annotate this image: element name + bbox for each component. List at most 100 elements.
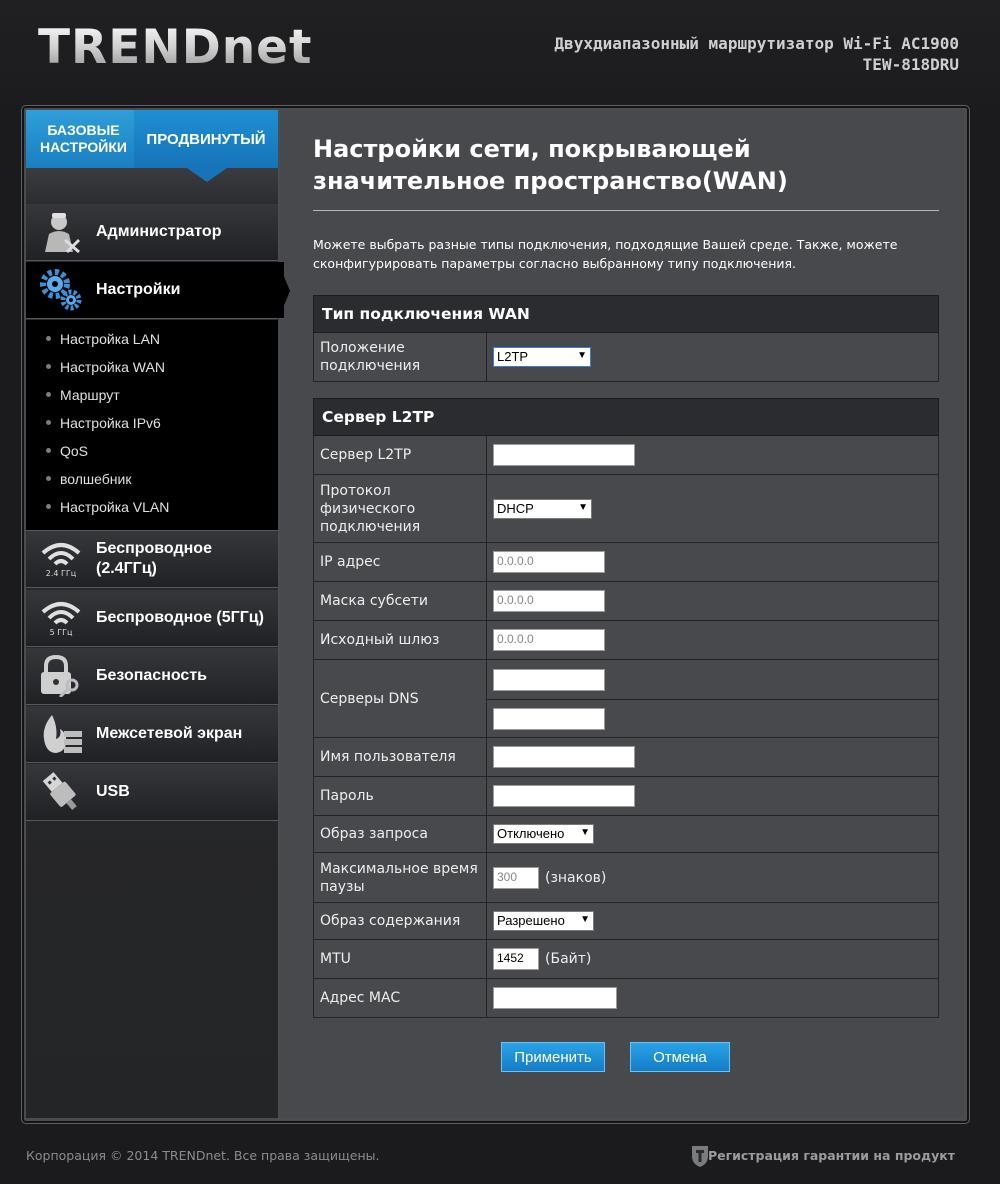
submenu-item-qos[interactable]: QoS <box>60 443 88 459</box>
password-input[interactable] <box>493 785 635 807</box>
l2tp-server-label: Сервер L2TP <box>314 436 487 474</box>
sidebar-item-label: Межсетевой экран <box>96 725 243 742</box>
section-heading: Тип подключения WAN <box>313 295 939 333</box>
sidebar-item-security[interactable]: Безопасность <box>26 648 278 705</box>
page-title: Настройки сети, покрывающей значительное… <box>313 135 788 195</box>
sidebar-item-admin[interactable]: Администратор <box>26 204 278 261</box>
sidebar-item-wireless-5[interactable]: 5 ГГц Беспроводное (5ГГц) <box>26 590 278 647</box>
mtu-label: MTU <box>314 940 487 978</box>
username-input[interactable] <box>493 746 635 768</box>
bullet-icon <box>46 336 51 341</box>
submenu-item-wizard[interactable]: волшебник <box>60 471 131 487</box>
active-tab-indicator <box>187 168 227 182</box>
physical-protocol-select[interactable]: DHCP ▼ <box>493 498 592 519</box>
sidebar-item-settings[interactable]: Настройки <box>26 262 284 319</box>
usb-icon <box>26 764 96 821</box>
form-row-username: Имя пользователя <box>313 738 939 777</box>
firewall-icon <box>26 706 96 763</box>
tab-advanced[interactable]: ПРОДВИНУТЫЙ <box>134 110 278 168</box>
sidebar-item-label: USB <box>96 783 130 800</box>
form-row-request-mode: Образ запроса Отключено ▼ <box>313 816 939 853</box>
submenu-item-vlan[interactable]: Настройка VLAN <box>60 499 169 515</box>
select-value: Разрешено <box>497 913 565 928</box>
title-divider <box>313 210 939 211</box>
submenu-item-route[interactable]: Маршрут <box>60 387 120 403</box>
bullet-icon <box>46 448 51 453</box>
form-row-server: Сервер L2TP <box>313 436 939 475</box>
idle-time-unit: (знаков) <box>545 869 607 886</box>
sidebar-item-firewall[interactable]: Межсетевой экран <box>26 706 278 763</box>
trendnet-logo[interactable]: TRENDnet <box>38 20 313 75</box>
admin-icon <box>26 204 96 261</box>
page-description: Можете выбрать разные типы подключения, … <box>313 237 898 271</box>
chevron-down-icon: ▼ <box>578 501 588 513</box>
form-row-dns: Серверы DNS <box>313 660 939 738</box>
cancel-button[interactable]: Отмена <box>630 1042 730 1072</box>
l2tp-server-input[interactable] <box>493 444 635 466</box>
form-row-keepalive: Образ содержания Разрешено ▼ <box>313 903 939 940</box>
active-item-indicator <box>278 262 290 320</box>
keepalive-label: Образ содержания <box>314 903 487 939</box>
wifi-5-icon: 5 ГГц <box>26 590 96 647</box>
band-badge: 2.4 ГГц <box>45 568 77 578</box>
footer-copyright: Корпорация © 2014 TRENDnet. Все права за… <box>26 1148 380 1163</box>
bullet-icon <box>46 420 51 425</box>
mac-address-input[interactable] <box>493 987 617 1009</box>
form-row-mask: Маска субсети 0.0.0.0 <box>313 582 939 621</box>
gears-icon <box>26 262 96 319</box>
gateway-label: Исходный шлюз <box>314 621 487 659</box>
keepalive-select[interactable]: Разрешено ▼ <box>493 911 594 931</box>
sidebar-item-label: Безопасность <box>96 667 207 684</box>
ip-address-input[interactable]: 0.0.0.0 <box>493 551 605 573</box>
apply-button[interactable]: Применить <box>501 1042 605 1072</box>
warranty-registration-link[interactable]: Регистрация гарантии на продукт <box>708 1148 955 1163</box>
form-row-mtu: MTU 1452 (Байт) <box>313 940 939 979</box>
request-mode-select[interactable]: Отключено ▼ <box>493 824 594 844</box>
sidebar-item-wireless-2-4[interactable]: 2.4 ГГц Беспроводное (2.4ГГц) <box>26 531 278 588</box>
lock-icon <box>26 648 96 705</box>
tab-strip <box>26 168 278 205</box>
bullet-icon <box>46 364 51 369</box>
sidebar-item-label: Беспроводное (2.4ГГц) <box>96 540 212 577</box>
wan-type-section: Тип подключения WAN Положение подключени… <box>313 295 939 382</box>
form-row-ip: IP адрес 0.0.0.0 <box>313 543 939 582</box>
subnet-mask-input[interactable]: 0.0.0.0 <box>493 590 605 612</box>
l2tp-section: Сервер L2TP Сервер L2TP Протокол физичес… <box>313 398 939 1018</box>
form-row-idle-time: Максимальное время паузы 300 (знаков) <box>313 853 939 903</box>
bullet-icon <box>46 392 51 397</box>
sidebar-item-usb[interactable]: USB <box>26 764 278 821</box>
form-row-connection: Положение подключения L2TP ▼ <box>313 333 939 382</box>
header: TRENDnet Двухдиапазонный маршрутизатор W… <box>0 0 1000 105</box>
submenu-item-ipv6[interactable]: Настройка IPv6 <box>60 415 161 431</box>
section-heading: Сервер L2TP <box>313 398 939 436</box>
bullet-icon <box>46 504 51 509</box>
submenu-item-wan[interactable]: Настройка WAN <box>60 359 165 375</box>
band-badge: 5 ГГц <box>49 627 73 637</box>
connection-type-select[interactable]: L2TP ▼ <box>493 347 591 367</box>
tab-basic-settings[interactable]: БАЗОВЫЕ НАСТРОЙКИ <box>26 110 141 168</box>
sidebar-item-label: Беспроводное (5ГГц) <box>96 609 264 626</box>
mtu-input[interactable]: 1452 <box>493 948 539 970</box>
physical-protocol-label: Протокол физического подключения <box>314 475 487 542</box>
dns-primary-input[interactable] <box>493 668 605 691</box>
request-mode-label: Образ запроса <box>314 816 487 852</box>
chevron-down-icon: ▼ <box>580 914 590 925</box>
select-value: L2TP <box>497 349 529 364</box>
dns-servers-label: Серверы DNS <box>314 660 487 737</box>
wifi-2-4-icon: 2.4 ГГц <box>26 531 96 588</box>
bullet-icon <box>46 476 51 481</box>
username-label: Имя пользователя <box>314 738 487 776</box>
ip-address-label: IP адрес <box>314 543 487 581</box>
mac-address-label: Адрес MAC <box>314 979 487 1017</box>
product-line: Двухдиапазонный маршрутизатор Wi-Fi AC19… <box>554 34 959 53</box>
submenu-item-lan[interactable]: Настройка LAN <box>60 331 160 347</box>
dns-secondary-input[interactable] <box>493 707 605 730</box>
settings-submenu: Настройка LAN Настройка WAN Маршрут Наст… <box>26 320 278 531</box>
idle-time-input[interactable]: 300 <box>493 866 539 889</box>
subnet-mask-label: Маска субсети <box>314 582 487 620</box>
form-row-gateway: Исходный шлюз 0.0.0.0 <box>313 621 939 660</box>
sidebar-item-label: Администратор <box>96 223 222 240</box>
gateway-input[interactable]: 0.0.0.0 <box>493 629 605 651</box>
product-model: TEW-818DRU <box>862 55 959 74</box>
connection-type-label: Положение подключения <box>314 333 487 381</box>
